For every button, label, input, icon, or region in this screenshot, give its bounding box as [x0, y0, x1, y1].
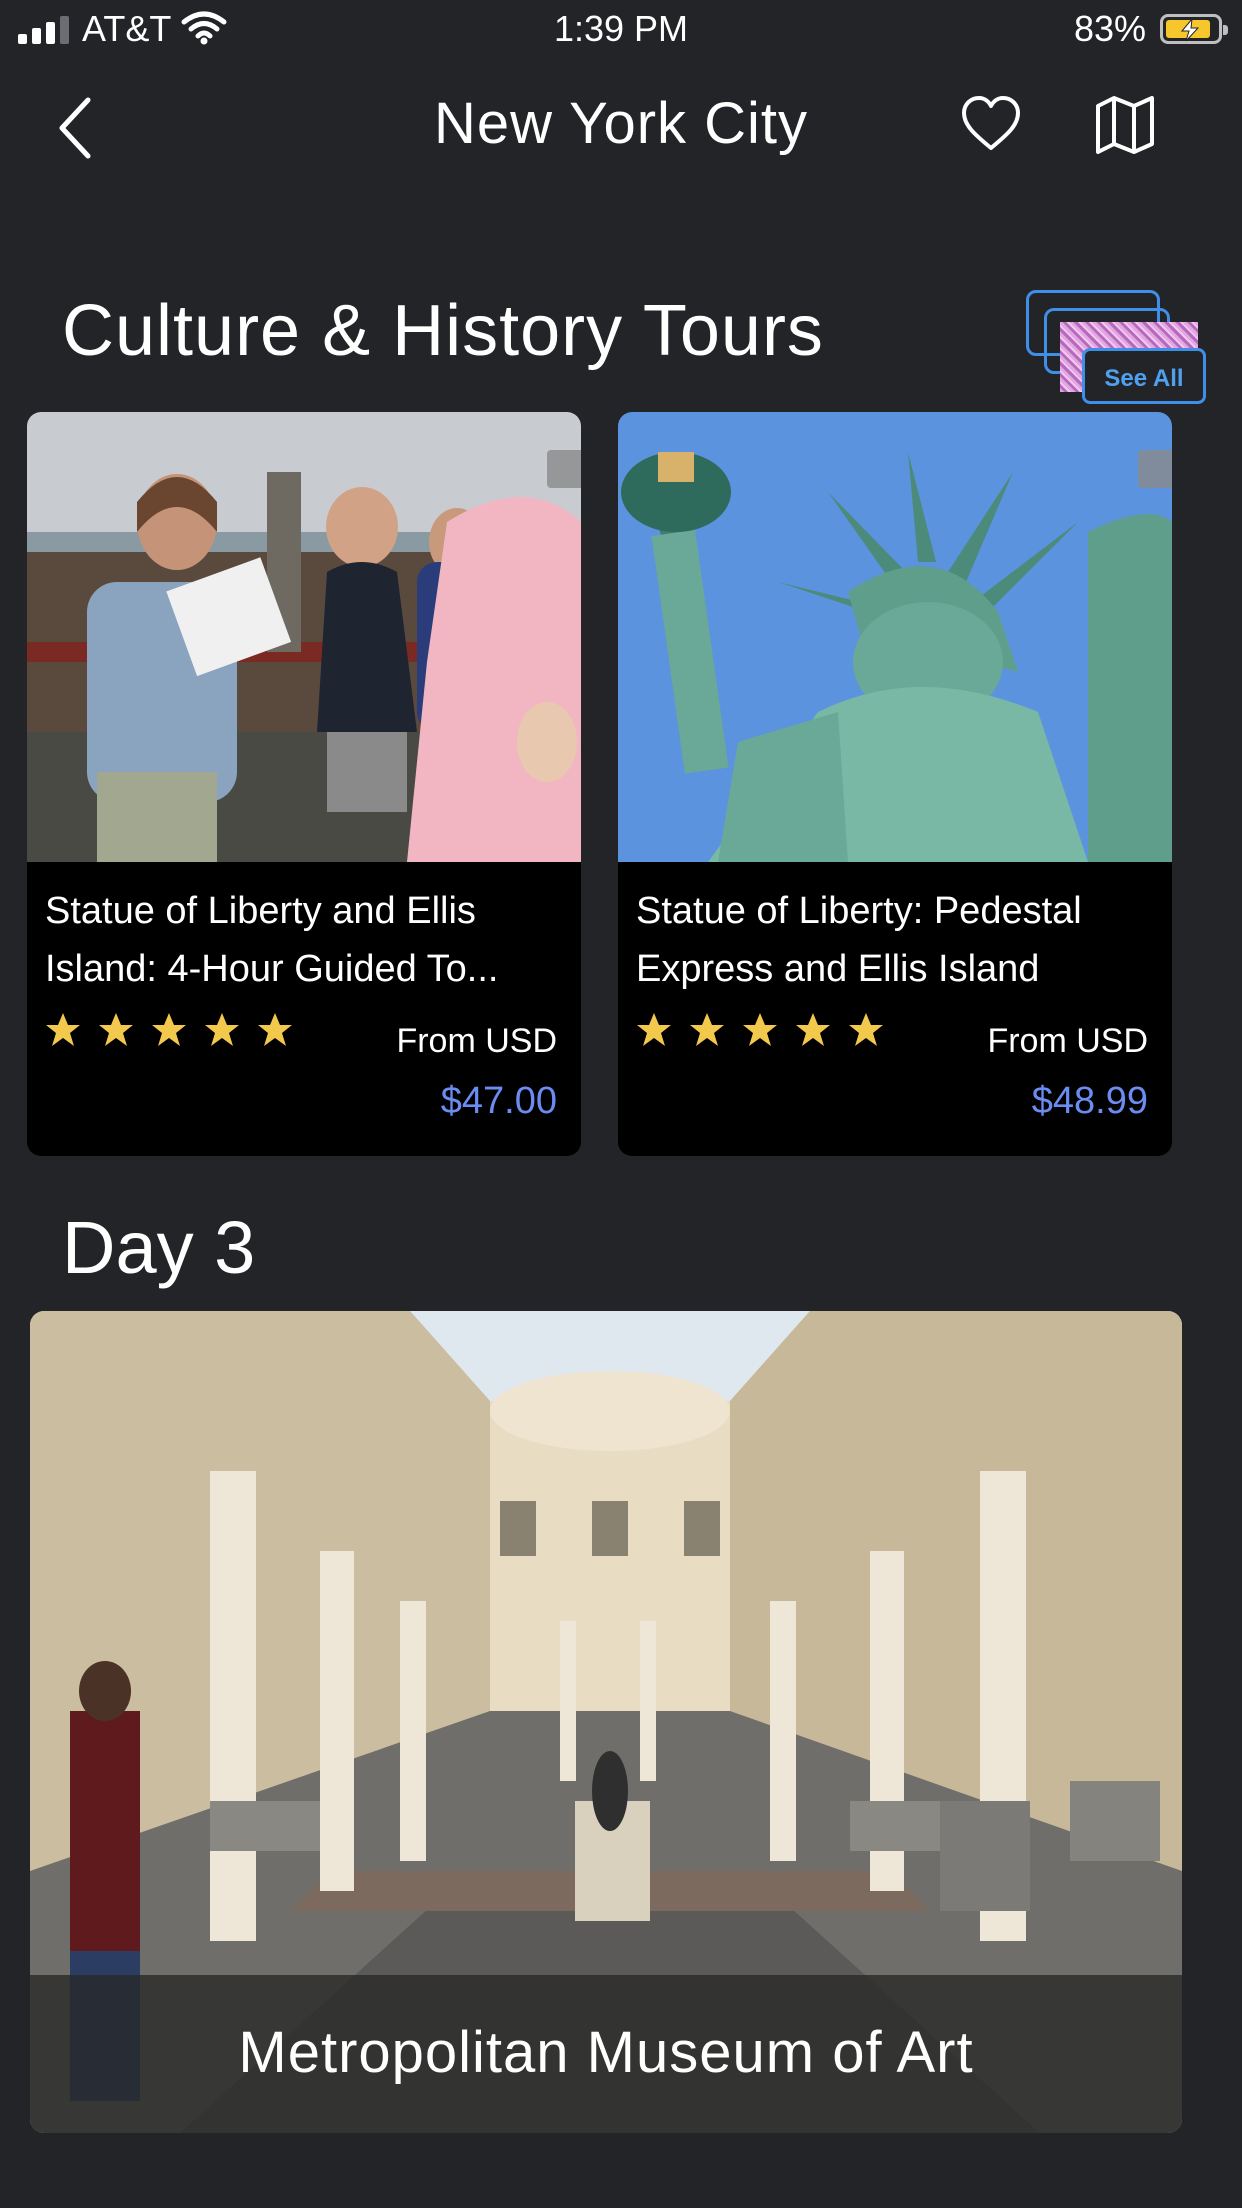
tour-image-statue-of-liberty — [618, 412, 1172, 862]
tour-price: $47.00 — [440, 1080, 557, 1122]
map-button[interactable] — [1094, 94, 1156, 156]
see-all-button[interactable]: See All — [1024, 288, 1214, 412]
star-icon — [99, 1013, 133, 1046]
battery-charging-icon — [1160, 14, 1228, 44]
heart-icon — [962, 96, 1020, 150]
star-icon — [637, 1013, 671, 1046]
star-icon — [743, 1013, 777, 1046]
favorite-button[interactable] — [960, 94, 1022, 156]
section-title: Culture & History Tours — [62, 291, 824, 371]
price-from-label: From USD — [987, 1022, 1148, 1060]
image-badge — [1138, 450, 1172, 488]
clock: 1:39 PM — [553, 8, 689, 49]
tour-image-guided-group — [27, 412, 581, 862]
tour-title: Statue of Liberty: Pedestal Express and … — [636, 890, 1082, 990]
rating-stars — [45, 1012, 293, 1048]
navigation-bar: New York City — [0, 80, 1242, 170]
tour-card[interactable]: Statue of Liberty and Ellis Island: 4-Ho… — [27, 412, 581, 1156]
star-icon — [258, 1013, 292, 1046]
page-title: New York City — [433, 91, 809, 156]
star-icon — [152, 1013, 186, 1046]
place-card[interactable]: Metropolitan Museum of Art — [30, 1311, 1182, 2133]
star-icon — [46, 1013, 80, 1046]
price-from-label: From USD — [396, 1022, 557, 1060]
star-icon — [205, 1013, 239, 1046]
star-icon — [796, 1013, 830, 1046]
tour-card[interactable]: Statue of Liberty: Pedestal Express and … — [618, 412, 1172, 1156]
see-all-label: See All — [1082, 348, 1206, 404]
place-caption-bar: Metropolitan Museum of Art — [30, 1975, 1182, 2133]
day-title: Day 3 — [62, 1206, 256, 1289]
map-icon — [1096, 96, 1154, 154]
star-icon — [849, 1013, 883, 1046]
battery-percentage: 83% — [1073, 8, 1146, 49]
tour-price: $48.99 — [1031, 1080, 1148, 1122]
rating-stars — [636, 1012, 884, 1048]
status-bar: AT&T 1:39 PM 83% — [0, 0, 1242, 60]
star-icon — [690, 1013, 724, 1046]
image-badge — [547, 450, 581, 488]
place-name: Metropolitan Museum of Art — [238, 2020, 974, 2085]
tour-title: Statue of Liberty and Ellis Island: 4-Ho… — [45, 890, 499, 990]
